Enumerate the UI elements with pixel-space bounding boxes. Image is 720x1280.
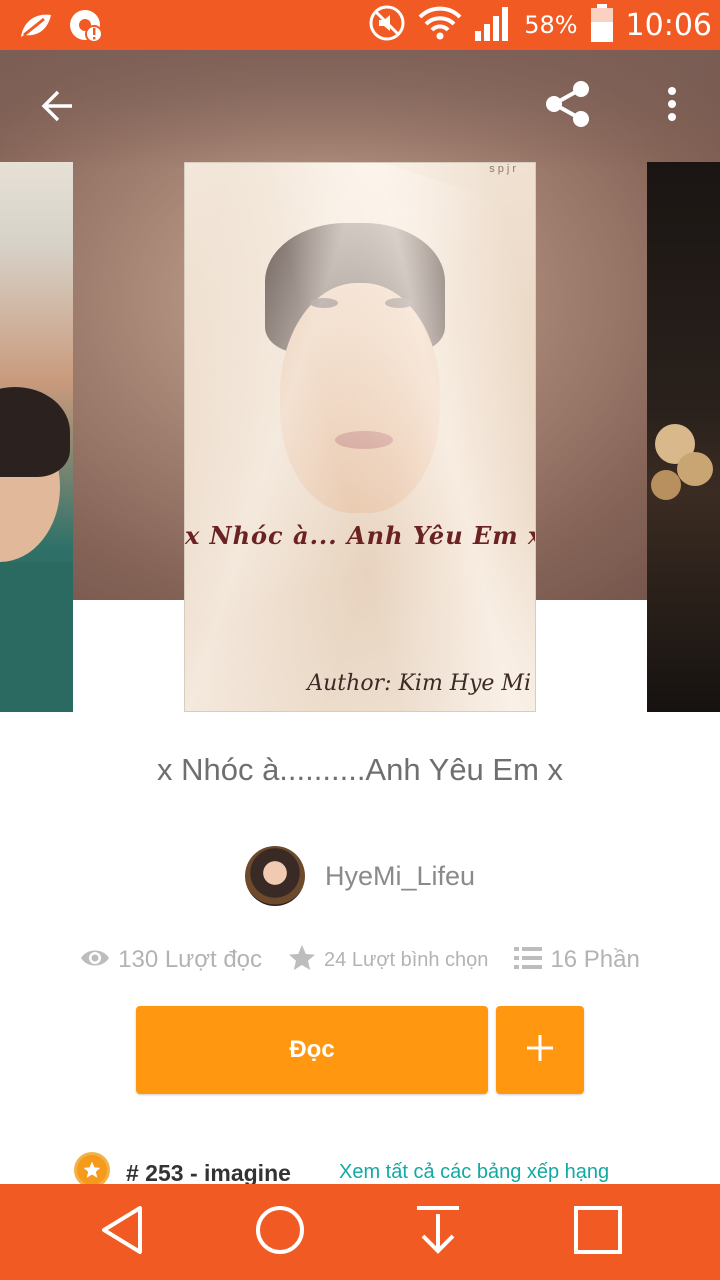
reads-count: 130 Lượt đọc [118,946,263,973]
author-name[interactable]: HyeMi_Lifeu [325,861,475,892]
hero-fade [0,50,720,170]
share-button[interactable] [538,76,598,136]
navigation-bar [0,1184,720,1280]
battery-percent: 58% [524,11,578,39]
story-detail-screen: 58% 10:06 spjr x Nhóc à... Anh Yêu Em x … [0,0,720,1280]
avatar[interactable] [244,846,305,906]
battery-icon [590,3,614,47]
nav-back-button[interactable] [92,1202,152,1262]
back-arrow-icon [38,88,74,129]
mute-icon [368,4,406,47]
star-icon [288,944,316,977]
back-triangle-icon [98,1204,146,1261]
home-circle-icon [254,1204,306,1261]
read-button[interactable]: Đọc [136,1006,488,1094]
clock: 10:06 [625,7,712,43]
nav-home-button[interactable] [250,1202,310,1262]
more-vert-icon [666,86,678,127]
nav-recents-button[interactable] [568,1202,628,1262]
more-options-button[interactable] [648,78,696,134]
author-row[interactable]: HyeMi_Lifeu [0,846,720,906]
cover-next[interactable] [647,162,720,712]
add-to-library-button[interactable] [496,1006,584,1094]
reads-stat: 130 Lượt đọc [80,946,262,974]
share-icon [543,79,593,134]
view-all-rankings-link[interactable]: Xem tất cả các bảng xếp hạng [339,1161,609,1184]
ranking-text: # 253 - imagine [126,1160,291,1184]
cover-prev[interactable] [0,162,73,712]
cover-author-text: Author: Kim Hye Mi [307,671,531,696]
plus-icon [525,1033,555,1068]
back-button[interactable] [28,80,84,136]
parts-stat: 16 Phần [514,946,640,975]
recents-square-icon [573,1205,623,1260]
parts-count: 16 Phần [550,946,640,973]
signal-icon [474,5,512,46]
story-title: x Nhóc à..........Anh Yêu Em x [156,752,564,787]
cover-title-text: x Nhóc à... Anh Yêu Em x [185,521,536,550]
nav-download-button[interactable] [408,1202,468,1262]
cover-mark: spjr [489,163,519,175]
ranking-row: # 253 - imagine Xem tất cả các bảng xếp … [0,1152,720,1184]
ranking-star-badge-icon [74,1152,110,1184]
wifi-icon [418,6,462,45]
status-bar: 58% 10:06 [0,0,720,50]
notification-alert-icon [68,8,104,49]
cover-current[interactable]: spjr x Nhóc à... Anh Yêu Em x Author: Ki… [184,162,536,712]
eye-icon [80,947,110,974]
list-icon [514,946,543,975]
stats-row: 130 Lượt đọc 24 Lượt bình chọn 16 Phần [0,938,720,982]
leaf-app-icon [18,9,54,48]
votes-stat: 24 Lượt bình chọn [288,944,488,977]
download-icon [415,1204,461,1261]
votes-count: 24 Lượt bình chọn [324,948,489,971]
